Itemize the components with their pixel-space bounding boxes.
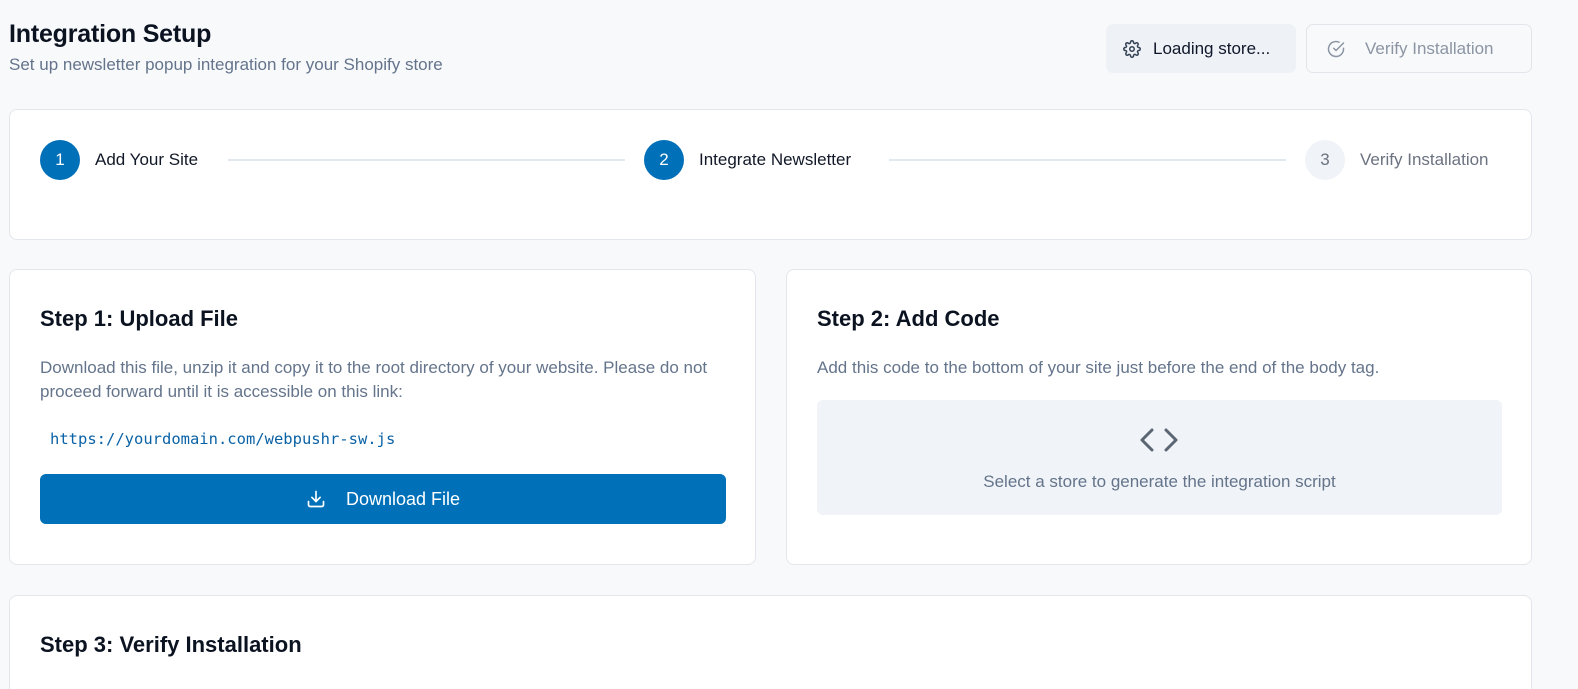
step2-card: Step 2: Add Code Add this code to the bo… [786,269,1532,565]
step-connector [228,159,625,161]
step-label: Integrate Newsletter [699,150,852,169]
stepper-step-2: 2 Integrate Newsletter [644,140,851,180]
code-icon [1137,424,1181,456]
download-file-button[interactable]: Download File [40,474,726,524]
check-circle-icon [1327,40,1345,58]
store-selector-label: Loading store... [1153,38,1271,58]
step-label: Verify Installation [1360,150,1489,169]
step-number-badge: 3 [1305,140,1345,180]
step-connector [889,159,1286,161]
script-placeholder-text: Select a store to generate the integrati… [983,472,1336,491]
step3-card: Step 3: Verify Installation [9,595,1532,689]
step-number-badge: 2 [644,140,684,180]
integration-script-box: Select a store to generate the integrati… [817,400,1502,515]
header-actions: Loading store... Verify Installation [1106,24,1532,73]
service-worker-link[interactable]: https://yourdomain.com/webpushr-sw.js [50,430,395,448]
verify-installation-button[interactable]: Verify Installation [1306,24,1532,73]
page-subtitle: Set up newsletter popup integration for … [9,55,443,74]
stepper-step-3: 3 Verify Installation [1305,140,1489,180]
step1-card: Step 1: Upload File Download this file, … [9,269,756,565]
verify-installation-label: Verify Installation [1365,38,1494,58]
page-title: Integration Setup [9,20,212,48]
step2-description: Add this code to the bottom of your site… [817,358,1380,377]
step-label: Add Your Site [95,150,199,169]
step1-title: Step 1: Upload File [40,306,239,331]
step1-description: Download this file, unzip it and copy it… [40,358,708,401]
stepper-step-1: 1 Add Your Site [40,140,198,180]
step-number-badge: 1 [40,140,80,180]
gear-icon [1123,39,1141,58]
download-file-label: Download File [345,488,461,509]
download-icon [306,489,326,509]
store-selector-button[interactable]: Loading store... [1106,24,1296,73]
step2-title: Step 2: Add Code [817,306,1000,331]
page-header: Integration Setup Set up newsletter popu… [9,20,443,75]
progress-stepper: 1 Add Your Site 2 Integrate Newsletter 3… [9,109,1532,240]
step3-title: Step 3: Verify Installation [40,632,302,657]
